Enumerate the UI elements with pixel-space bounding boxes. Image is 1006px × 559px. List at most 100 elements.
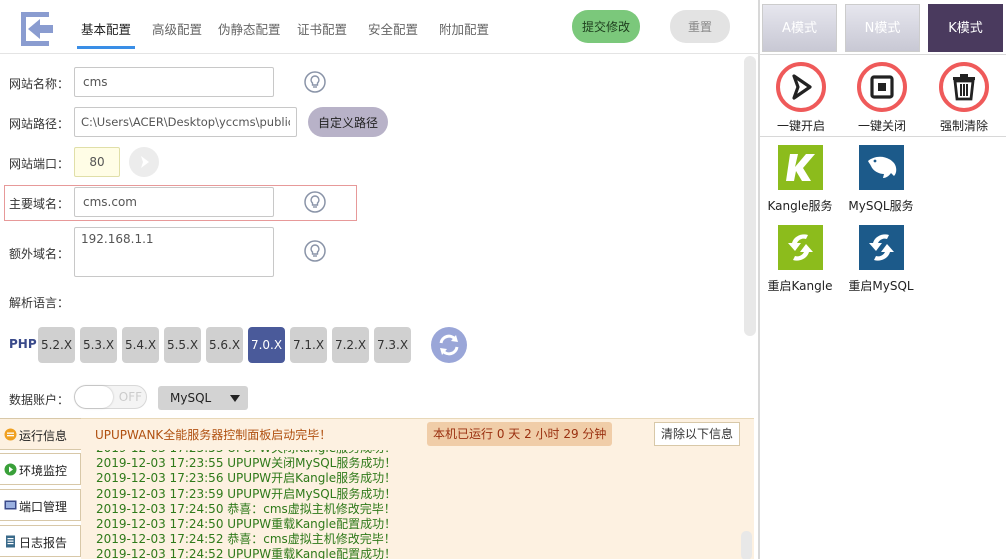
mysql-service-label: MySQL服务 [848,199,914,213]
tab-advanced-config[interactable]: 高级配置 [152,19,202,38]
restart-mysql-icon [859,225,904,270]
tab-basic-config[interactable]: 基本配置 [76,19,136,49]
arrow-right-icon [141,156,149,168]
tab-env-monitor[interactable]: 环境监控 [0,453,81,485]
tab-extra-config[interactable]: 附加配置 [439,19,489,38]
restart-kangle-label: 重启Kangle [767,279,833,293]
action-circle [939,62,989,112]
kangle-icon [778,145,823,190]
force-clear-button[interactable]: 强制清除 [926,62,1002,134]
mysql-service-button[interactable]: MySQL服务 [841,145,921,217]
kangle-service-button[interactable]: Kangle服务 [760,145,840,217]
main-domain-input[interactable] [74,187,274,217]
restart-mysql-label: 重启MySQL [848,279,914,293]
site-port-input[interactable] [74,147,120,177]
mode-a-button[interactable]: A模式 [762,4,837,52]
mysql-dolphin-icon [859,145,904,190]
stop-all-button[interactable]: 一键关闭 [844,62,920,134]
log-line: 2019-12-03 17:24:52 恭喜：cms虚拟主机修改完毕！ [96,532,396,547]
toggle-state-text: OFF [118,390,142,404]
clear-log-button[interactable]: 清除以下信息 [654,422,741,446]
php-version-5-3[interactable]: 5.3.X [80,327,117,363]
site-name-input[interactable] [74,67,274,97]
lightbulb-icon[interactable] [304,240,326,262]
tab-env-monitor-label: 环境监控 [19,464,68,478]
extra-domain-label: 额外域名： [9,247,70,261]
mode-k-button[interactable]: K模式 [928,4,1003,52]
log-line: 2019-12-03 17:23:55 UPUPW关闭MySQL服务成功！ [96,456,397,471]
app-window: 基本配置 高级配置 伪静态配置 证书配置 安全配置 附加配置 提交修改 重置 网… [0,0,1006,559]
php-version-5-6[interactable]: 5.6.X [206,327,243,363]
log-line: 2019-12-03 17:23:59 UPUPW开启MySQL服务成功！ [96,486,397,501]
play-icon [792,74,812,100]
php-version-7-3[interactable]: 7.3.X [374,327,411,363]
tab-rewrite-config[interactable]: 伪静态配置 [218,19,281,38]
php-refresh-button[interactable] [431,327,467,363]
form-scrollbar[interactable] [744,56,756,336]
php-version-5-4[interactable]: 5.4.X [122,327,159,363]
site-path-label: 网站路径： [9,117,70,131]
php-version-5-2[interactable]: 5.2.X [38,327,75,363]
document-icon [6,535,15,548]
log-line: 2019-12-03 17:23:56 UPUPW开启Kangle服务成功！ [96,471,397,486]
control-panel: A模式 N模式 K模式 一键开启 一键关闭 强制清除 Kangle服务 MySQ… [760,0,1006,559]
log-line: 2019-12-03 17:24:52 UPUPW重载Kangle配置成功！ [96,547,397,559]
log-line: 2019-12-03 17:24:50 UPUPW重载Kangle配置成功！ [96,516,397,531]
site-path-input[interactable] [74,107,297,137]
custom-path-button[interactable]: 自定义路径 [308,107,388,137]
lightbulb-icon[interactable] [304,191,326,213]
submit-button[interactable]: 提交修改 [572,10,640,43]
tab-port-manage[interactable]: 端口管理 [0,489,81,521]
php-version-7-1[interactable]: 7.1.X [290,327,327,363]
parse-language-label: 解析语言： [9,296,70,310]
mode-bar: A模式 N模式 K模式 [760,0,1006,55]
start-all-button[interactable]: 一键开启 [763,62,839,134]
restart-mysql-button[interactable]: 重启MySQL [841,225,921,297]
db-type-select[interactable]: MySQL [158,386,248,410]
extra-domain-textarea[interactable]: 192.168.1.1 [74,227,274,277]
chat-bubble-icon [4,428,17,441]
main-panel: 基本配置 高级配置 伪静态配置 证书配置 安全配置 附加配置 提交修改 重置 网… [0,0,758,559]
mode-n-button[interactable]: N模式 [845,4,920,52]
kangle-service-label: Kangle服务 [767,199,833,213]
back-button[interactable] [16,9,56,49]
php-version-7-0[interactable]: 7.0.X [248,327,285,363]
action-circle [857,62,907,112]
action-circle [776,62,826,112]
divider [760,136,1006,137]
reset-button[interactable]: 重置 [670,10,730,43]
toggle-knob [75,386,113,408]
db-type-value: MySQL [170,391,212,405]
uptime-badge: 本机已运行 0 天 2 小时 29 分钟 [427,422,613,446]
lightbulb-icon[interactable] [304,71,326,93]
main-domain-label: 主要域名： [9,197,70,211]
log-scrollbar[interactable] [741,531,752,559]
toolbar: 基本配置 高级配置 伪静态配置 证书配置 安全配置 附加配置 提交修改 重置 [0,0,758,54]
log-header-text: UPUPWANK全能服务器控制面板启动完毕！ [95,428,332,442]
monitor-icon [4,500,17,510]
tab-log-report[interactable]: 日志报告 [0,525,81,557]
tab-port-manage-label: 端口管理 [19,500,68,514]
refresh-icon [439,334,459,356]
restart-kangle-button[interactable]: 重启Kangle [760,225,840,297]
tab-run-info[interactable]: 运行信息 [0,418,81,450]
site-name-label: 网站名称： [9,77,70,91]
log-lines: 2019-12-03 17:23:53 UPUPW关闭Kangle服务成功！ 2… [96,441,716,559]
log-tabs: 运行信息 环境监控 端口管理 日志报告 [0,418,81,559]
trash-icon [953,74,975,101]
start-all-label: 一键开启 [776,119,825,133]
db-account-toggle[interactable]: OFF [74,385,147,409]
arrow-circle-icon [4,463,17,476]
log-panel: 2019-12-03 17:23:53 UPUPW关闭Kangle服务成功！ 2… [81,418,754,559]
tab-security-config[interactable]: 安全配置 [368,19,418,38]
back-arrow-icon [21,12,53,46]
force-clear-label: 强制清除 [939,119,988,133]
php-version-5-5[interactable]: 5.5.X [164,327,201,363]
site-port-label: 网站端口： [9,157,70,171]
php-version-7-2[interactable]: 7.2.X [332,327,369,363]
chevron-down-icon [230,395,240,402]
tab-run-info-label: 运行信息 [19,429,68,443]
db-account-label: 数据账户： [9,393,70,407]
tab-cert-config[interactable]: 证书配置 [297,19,347,38]
port-go-button[interactable] [129,147,159,177]
